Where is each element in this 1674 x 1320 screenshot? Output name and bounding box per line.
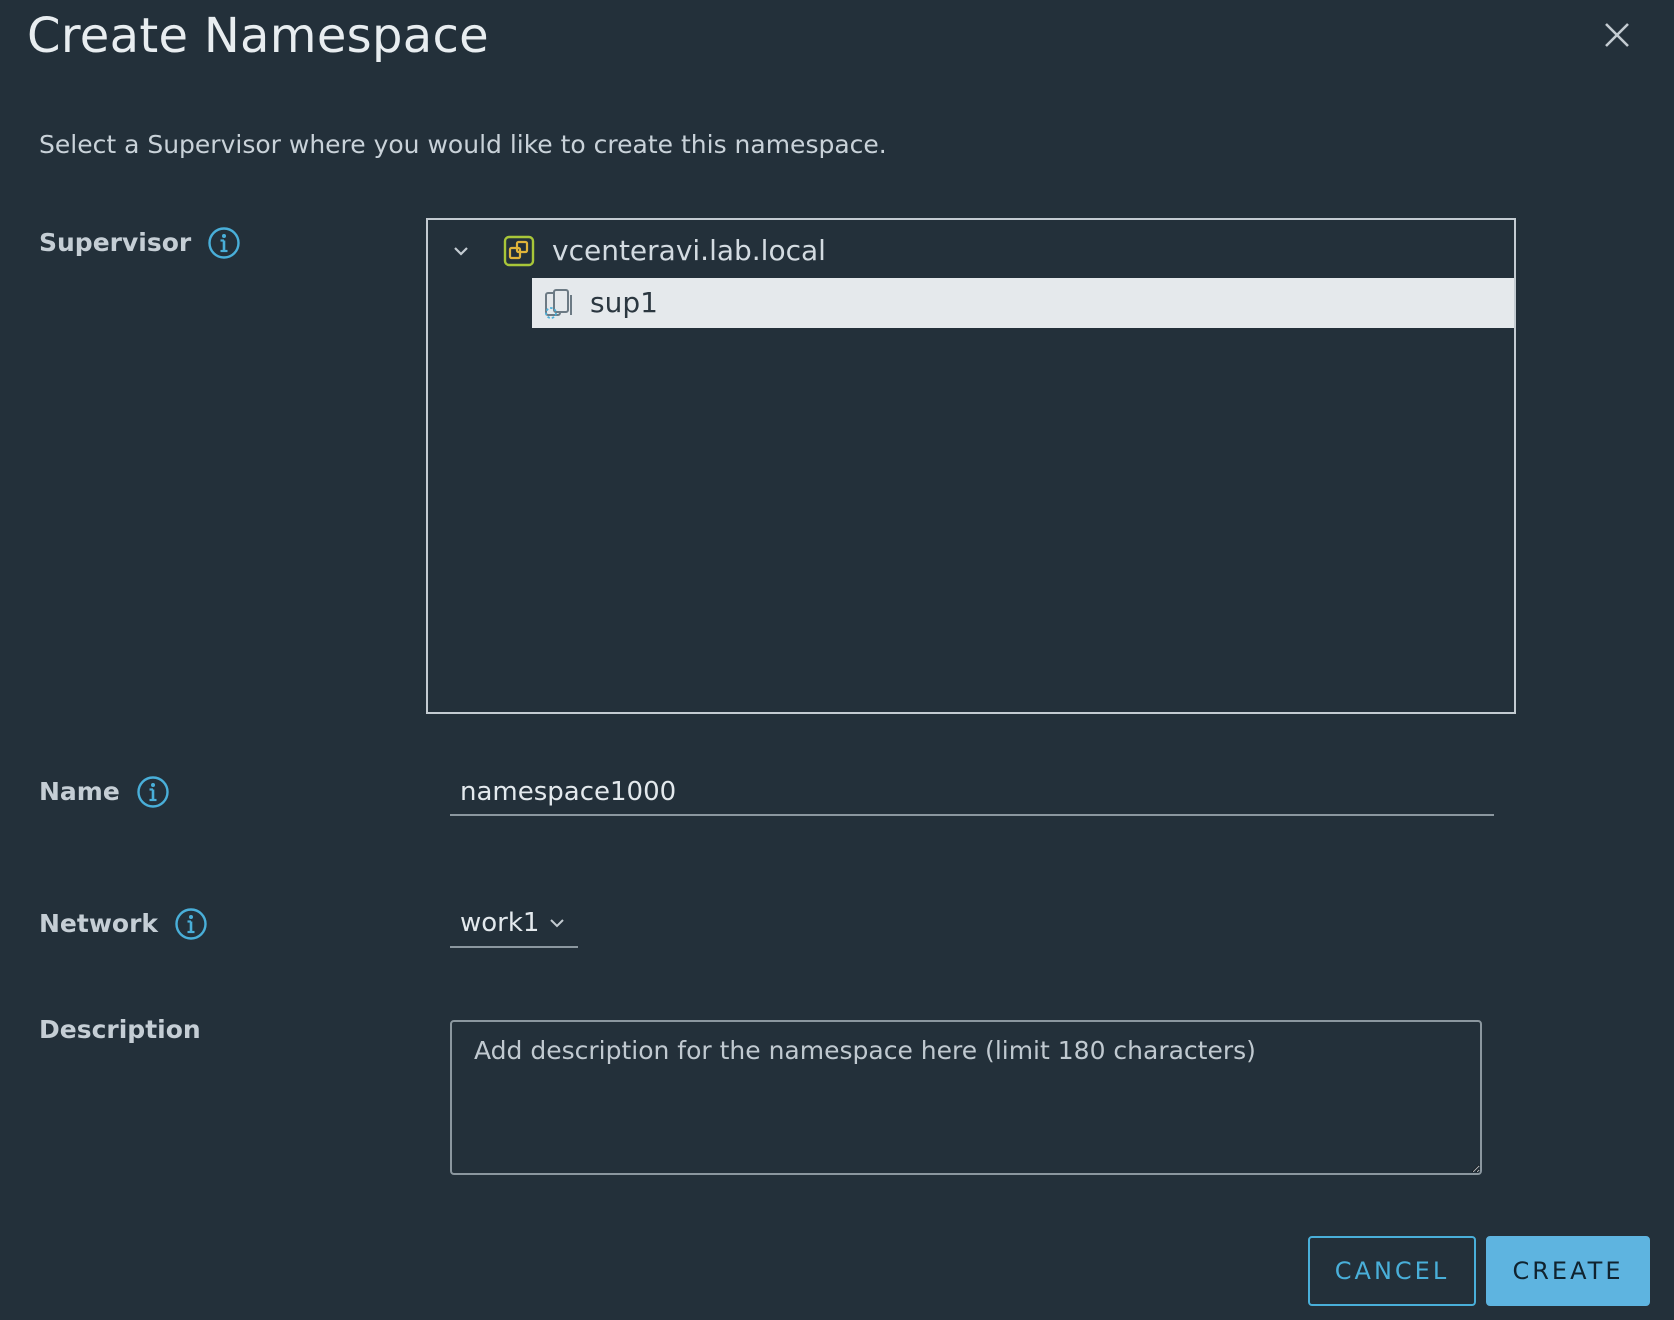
supervisor-field-label: Supervisor [39, 226, 241, 260]
chevron-down-icon [546, 912, 568, 934]
name-input[interactable] [450, 770, 1494, 816]
description-label: Description [39, 1015, 201, 1044]
tree-node-sup1[interactable]: sup1 [532, 278, 1514, 328]
close-icon [1605, 23, 1629, 47]
network-info-icon[interactable] [174, 907, 208, 941]
description-field-label: Description [39, 1013, 201, 1047]
tree-node-vcenter[interactable]: vcenteravi.lab.local [428, 228, 1514, 274]
name-label: Name [39, 777, 120, 806]
description-textarea[interactable] [450, 1020, 1482, 1175]
create-namespace-dialog: Create Namespace Select a Supervisor whe… [0, 0, 1674, 1320]
name-info-icon[interactable] [136, 775, 170, 809]
supervisor-label: Supervisor [39, 228, 192, 257]
network-select-value: work1 [460, 908, 540, 938]
tree-node-vcenter-label: vcenteravi.lab.local [552, 234, 826, 267]
name-field-label: Name [39, 775, 170, 809]
create-button[interactable]: CREATE [1486, 1236, 1650, 1306]
supervisor-tree: vcenteravi.lab.local sup1 [426, 218, 1516, 714]
supervisor-icon [542, 287, 576, 321]
dialog-title: Create Namespace [27, 8, 489, 64]
network-select[interactable]: work1 [450, 902, 578, 948]
supervisor-info-icon[interactable] [207, 226, 241, 260]
chevron-down-icon[interactable] [450, 240, 472, 262]
network-label: Network [39, 909, 159, 938]
vcenter-icon [502, 234, 536, 268]
network-field-label: Network [39, 907, 208, 941]
close-button[interactable] [1600, 18, 1634, 52]
tree-node-sup1-label: sup1 [590, 286, 658, 319]
dialog-subtitle: Select a Supervisor where you would like… [39, 130, 887, 159]
cancel-button[interactable]: CANCEL [1308, 1236, 1476, 1306]
